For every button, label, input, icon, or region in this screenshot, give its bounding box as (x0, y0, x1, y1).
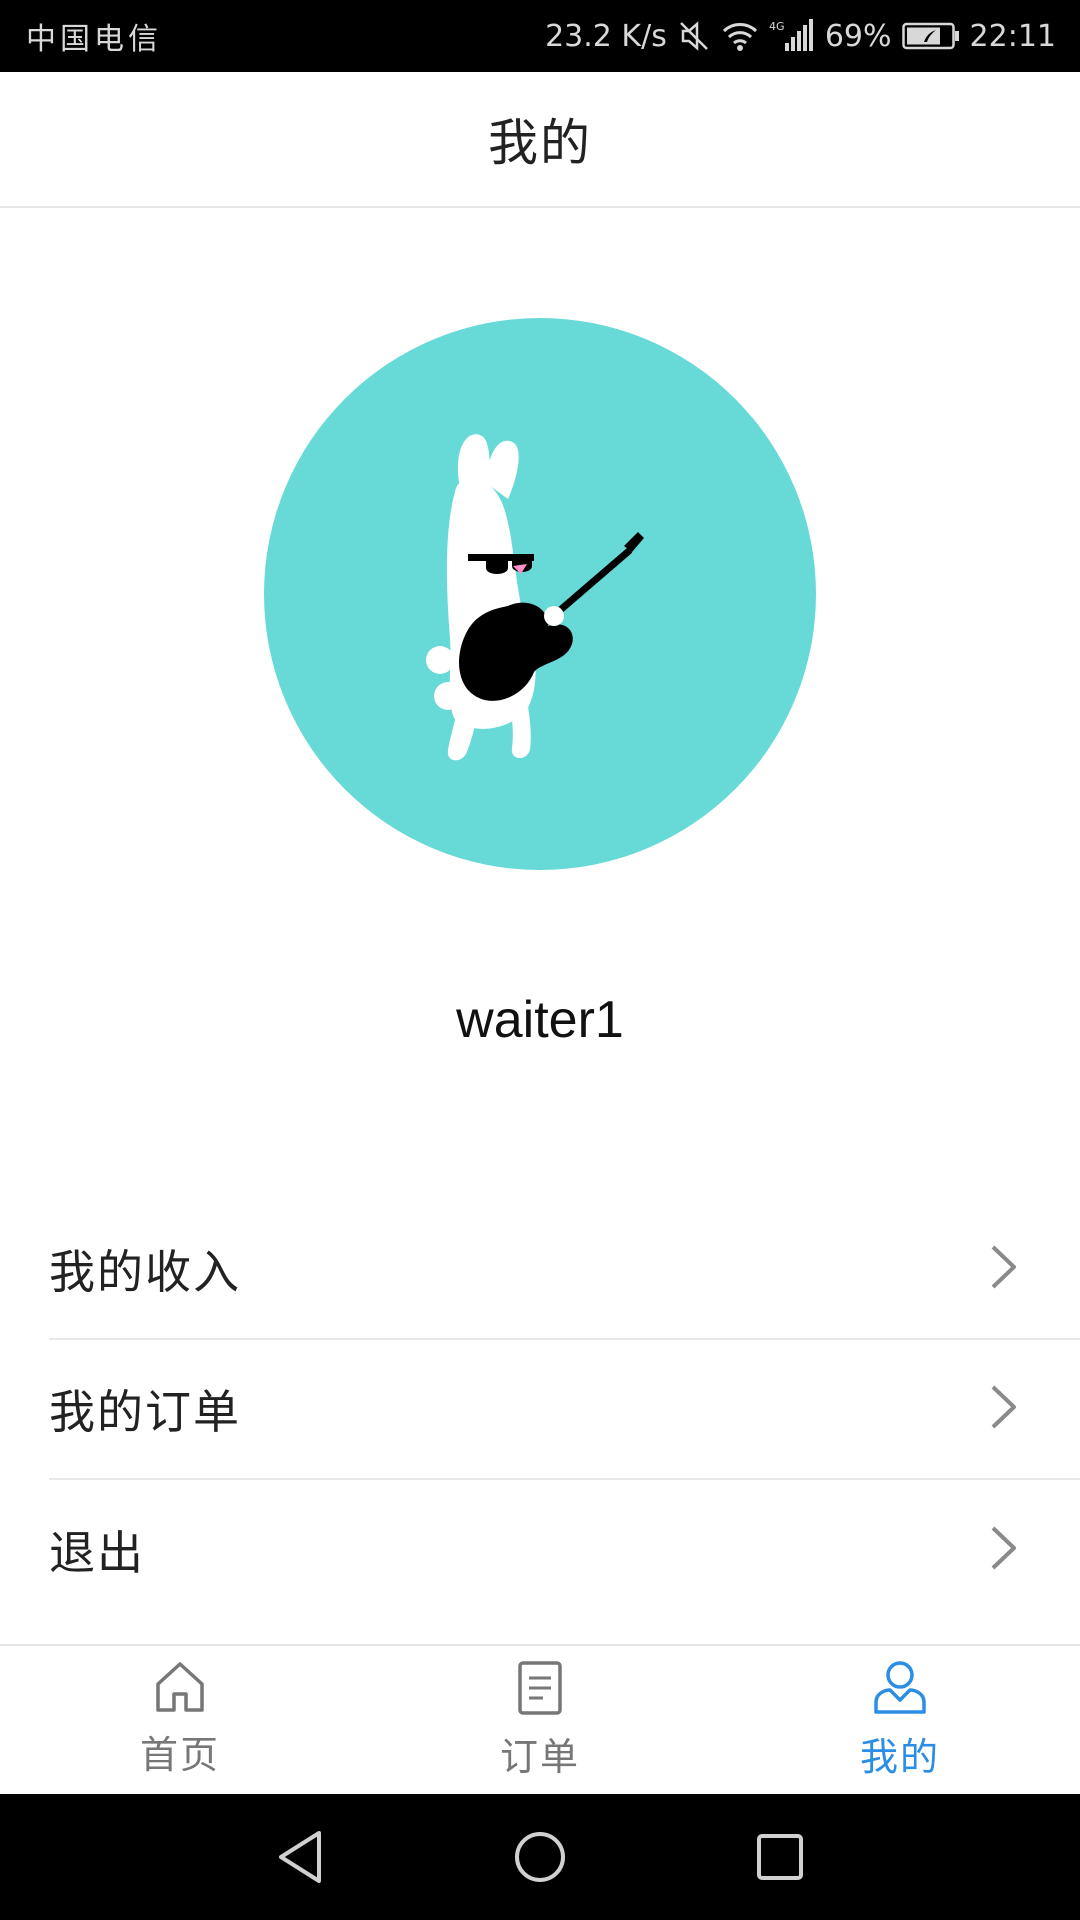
tab-orders[interactable]: 订单 (360, 1646, 720, 1794)
signal-icon: 4G (769, 19, 815, 53)
menu-item-orders[interactable]: 我的订单 (49, 1340, 1080, 1480)
chevron-right-icon (988, 1525, 1018, 1575)
back-icon[interactable] (255, 1812, 345, 1902)
carrier-name: 中国电信 (26, 22, 162, 57)
chevron-right-icon (988, 1244, 1018, 1294)
clock: 22:11 (969, 18, 1056, 54)
avatar[interactable] (264, 318, 816, 870)
tab-mine[interactable]: 我的 (720, 1646, 1080, 1794)
mute-icon (677, 19, 711, 53)
recents-icon[interactable] (735, 1812, 825, 1902)
status-bar: 中国电信 23.2 K/s 4G 69% 22:11 (0, 0, 1080, 72)
net-speed: 23.2 K/s (545, 18, 667, 54)
tab-label: 我的 (859, 1735, 940, 1779)
username: waiter1 (456, 991, 624, 1049)
network-type-text: 4G (769, 20, 785, 33)
wifi-icon (721, 19, 759, 53)
title-bar: 我的 (0, 72, 1080, 208)
menu-item-label: 我的收入 (49, 1245, 241, 1299)
user-icon (873, 1660, 927, 1720)
profile-menu: 我的收入 我的订单 退出 (0, 1200, 1080, 1620)
chevron-right-icon (988, 1384, 1018, 1434)
document-icon (517, 1660, 563, 1720)
menu-item-logout[interactable]: 退出 (49, 1480, 1080, 1620)
system-nav-bar (0, 1794, 1080, 1920)
menu-item-income[interactable]: 我的收入 (49, 1200, 1080, 1340)
page-title: 我的 (488, 114, 592, 172)
status-icons: 23.2 K/s 4G 69% 22:11 (545, 19, 1056, 54)
battery-icon (901, 21, 960, 51)
bottom-tab-bar: 首页 订单 我的 (0, 1644, 1080, 1794)
menu-item-label: 我的订单 (49, 1385, 241, 1439)
tab-home[interactable]: 首页 (0, 1646, 360, 1794)
battery-percent: 69% (824, 18, 892, 54)
home-icon (154, 1660, 206, 1718)
menu-item-label: 退出 (49, 1526, 145, 1580)
home-circle-icon[interactable] (495, 1812, 585, 1902)
tab-label: 首页 (139, 1733, 220, 1777)
bunny-guitar-illustration (426, 434, 644, 761)
tab-label: 订单 (499, 1735, 580, 1779)
